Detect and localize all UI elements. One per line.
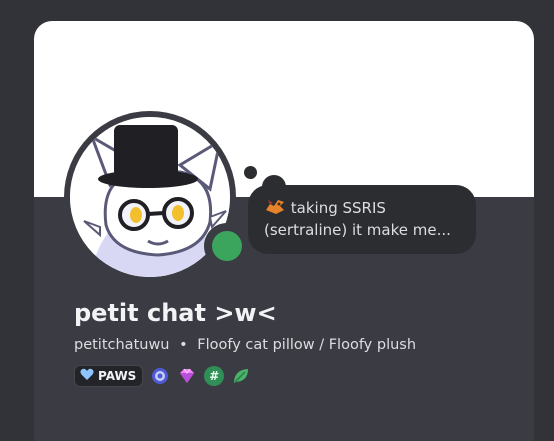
custom-status-text: taking SSRIS (sertraline) it make me... — [264, 199, 451, 239]
badge-row: PAWS # — [74, 365, 251, 387]
heart-icon — [80, 368, 94, 384]
online-status-dot — [212, 231, 242, 261]
status-indicator — [204, 223, 250, 269]
pronouns: Floofy cat pillow / Floofy plush — [197, 337, 417, 353]
hashtag-badge-icon[interactable]: # — [204, 366, 225, 386]
display-name: petit chat >w< — [74, 299, 277, 327]
server-tag[interactable]: PAWS — [74, 365, 144, 387]
thought-bubble-dot-small — [244, 166, 257, 179]
server-tag-label: PAWS — [98, 369, 137, 383]
hypesquad-badge-icon[interactable] — [150, 366, 170, 386]
custom-status-bubble[interactable]: taking SSRIS (sertraline) it make me... — [248, 185, 476, 254]
nitro-gem-badge-icon[interactable] — [177, 366, 197, 386]
dragon-emoji-icon — [264, 198, 286, 216]
username[interactable]: petitchatuwu — [74, 337, 170, 353]
meta-separator: • — [179, 337, 188, 353]
profile-card: taking SSRIS (sertraline) it make me... … — [34, 21, 534, 441]
avatar-container[interactable] — [64, 111, 250, 283]
leaf-badge-icon[interactable] — [231, 366, 251, 386]
profile-meta: petitchatuwu • Floofy cat pillow / Floof… — [74, 337, 416, 353]
